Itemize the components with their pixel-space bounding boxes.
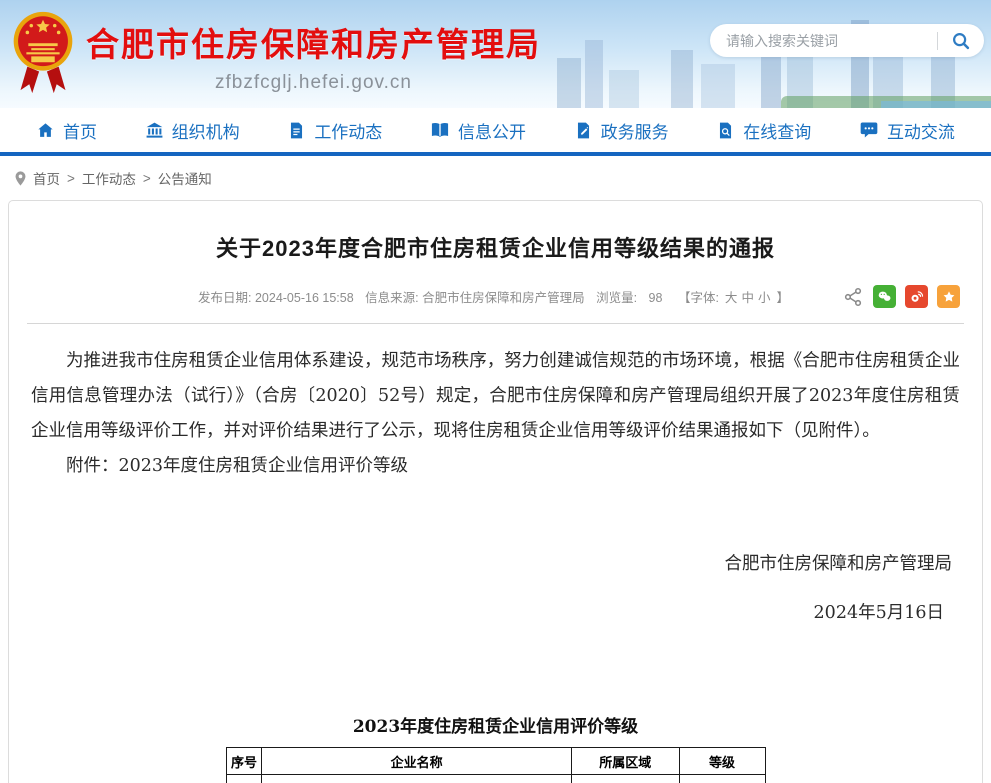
star-icon [941, 289, 957, 305]
search-button[interactable] [938, 24, 984, 57]
site-banner: 合肥市住房保障和房产管理局 zfbzfcglj.hefei.gov.cn [0, 0, 991, 108]
attachment-table: 序号企业名称所属区域等级 1合肥市住房租赁发展股份有限公司蜀山区AAA [226, 747, 766, 783]
font-size-small[interactable]: 小 [758, 291, 771, 305]
nav-item-label: 信息公开 [458, 118, 526, 143]
nav-item-organization[interactable]: 组织机构 [145, 118, 240, 143]
font-size-large[interactable]: 大 [725, 291, 738, 305]
breadcrumb-notices[interactable]: 公告通知 [158, 168, 212, 188]
article-paragraph: 为推进我市住房租赁企业信用体系建设，规范市场秩序，努力创建诚信规范的市场环境，根… [31, 344, 960, 449]
location-pin-icon [12, 170, 29, 187]
search-box [710, 24, 984, 57]
nav-item-online-query[interactable]: 在线查询 [716, 118, 811, 143]
document-search-icon [716, 121, 735, 140]
search-input[interactable] [710, 33, 937, 49]
breadcrumb-home[interactable]: 首页 [33, 168, 60, 188]
wechat-icon [876, 288, 893, 305]
document-pen-icon [574, 121, 593, 140]
article-body: 为推进我市住房租赁企业信用体系建设，规范市场秩序，努力创建诚信规范的市场环境，根… [9, 344, 982, 484]
breadcrumb: 首页 > 工作动态 > 公告通知 [0, 156, 991, 200]
table-cell: 蜀山区 [571, 775, 679, 783]
site-url: zfbzfcglj.hefei.gov.cn [215, 72, 412, 94]
breadcrumb-separator: > [67, 171, 75, 186]
bank-icon [145, 121, 164, 140]
search-icon [950, 30, 972, 52]
table-cell: 合肥市住房租赁发展股份有限公司 [262, 775, 571, 783]
nav-item-label: 在线查询 [743, 118, 811, 143]
share-wechat-button[interactable] [873, 285, 896, 308]
nav-item-home[interactable]: 首页 [36, 118, 97, 143]
document-icon [287, 121, 306, 140]
views-label: 浏览量: [596, 291, 637, 305]
article-container: 关于2023年度合肥市住房租赁企业信用等级结果的通报 发布日期: 2024-05… [8, 200, 983, 783]
attachment-table-head-row: 序号企业名称所属区域等级 [226, 748, 765, 775]
signature-agency: 合肥市住房保障和房产管理局 [9, 550, 982, 575]
font-size-medium[interactable]: 中 [741, 291, 754, 305]
font-size-bracket: 】 [776, 291, 789, 305]
table-cell: 1 [226, 775, 262, 783]
home-icon [36, 121, 55, 140]
nav-item-label: 首页 [63, 118, 97, 143]
national-emblem-icon [10, 8, 76, 96]
table-header-cell: 企业名称 [262, 748, 571, 775]
publish-date: 发布日期: 2024-05-16 15:58 [198, 291, 354, 305]
breadcrumb-work-news[interactable]: 工作动态 [82, 168, 136, 188]
table-row: 1合肥市住房租赁发展股份有限公司蜀山区AAA [226, 775, 765, 783]
page-title: 关于2023年度合肥市住房租赁企业信用等级结果的通报 [9, 231, 982, 263]
nav-item-label: 互动交流 [887, 118, 955, 143]
nav-item-interaction[interactable]: 互动交流 [859, 118, 955, 143]
signature-date: 2024年5月16日 [9, 599, 982, 624]
font-size-label: 【字体: [678, 291, 719, 305]
nav-item-gov-services[interactable]: 政务服务 [574, 118, 669, 143]
open-book-icon [430, 120, 450, 140]
nav-item-label: 工作动态 [314, 118, 382, 143]
share-weibo-button[interactable] [905, 285, 928, 308]
site-brand: 合肥市住房保障和房产管理局 zfbzfcglj.hefei.gov.cn [10, 8, 541, 96]
table-header-cell: 所属区域 [571, 748, 679, 775]
site-title: 合肥市住房保障和房产管理局 [86, 18, 541, 66]
views-count: 98 [649, 291, 663, 305]
nav-item-label: 政务服务 [601, 118, 669, 143]
nav-item-info-disclosure[interactable]: 信息公开 [430, 118, 526, 143]
attachment-reference: 附件：2023年度住房租赁企业信用评价等级 [31, 449, 960, 484]
breadcrumb-separator: > [143, 171, 151, 186]
nav-item-label: 组织机构 [172, 118, 240, 143]
main-nav: 首页 组织机构 工作动态 信息公开 政务服务 在线查询 [0, 108, 991, 156]
nav-item-work-news[interactable]: 工作动态 [287, 118, 382, 143]
table-header-cell: 序号 [226, 748, 262, 775]
article-meta: 发布日期: 2024-05-16 15:58 信息来源: 合肥市住房保障和房产管… [9, 285, 982, 311]
table-header-cell: 等级 [679, 748, 765, 775]
table-cell: AAA [679, 775, 765, 783]
share-bar [842, 285, 960, 308]
share-icon[interactable] [842, 286, 864, 308]
share-favorite-button[interactable] [937, 285, 960, 308]
font-size-control: 【字体: 大中小】 [674, 291, 793, 305]
info-source: 信息来源: 合肥市住房保障和房产管理局 [365, 291, 584, 305]
attachment-table-title: 2023年度住房租赁企业信用评价等级 [9, 712, 982, 737]
attachment-table-body: 1合肥市住房租赁发展股份有限公司蜀山区AAA [226, 775, 765, 783]
chat-bubble-icon [859, 120, 879, 140]
meta-divider [27, 323, 964, 324]
weibo-icon [908, 288, 925, 305]
